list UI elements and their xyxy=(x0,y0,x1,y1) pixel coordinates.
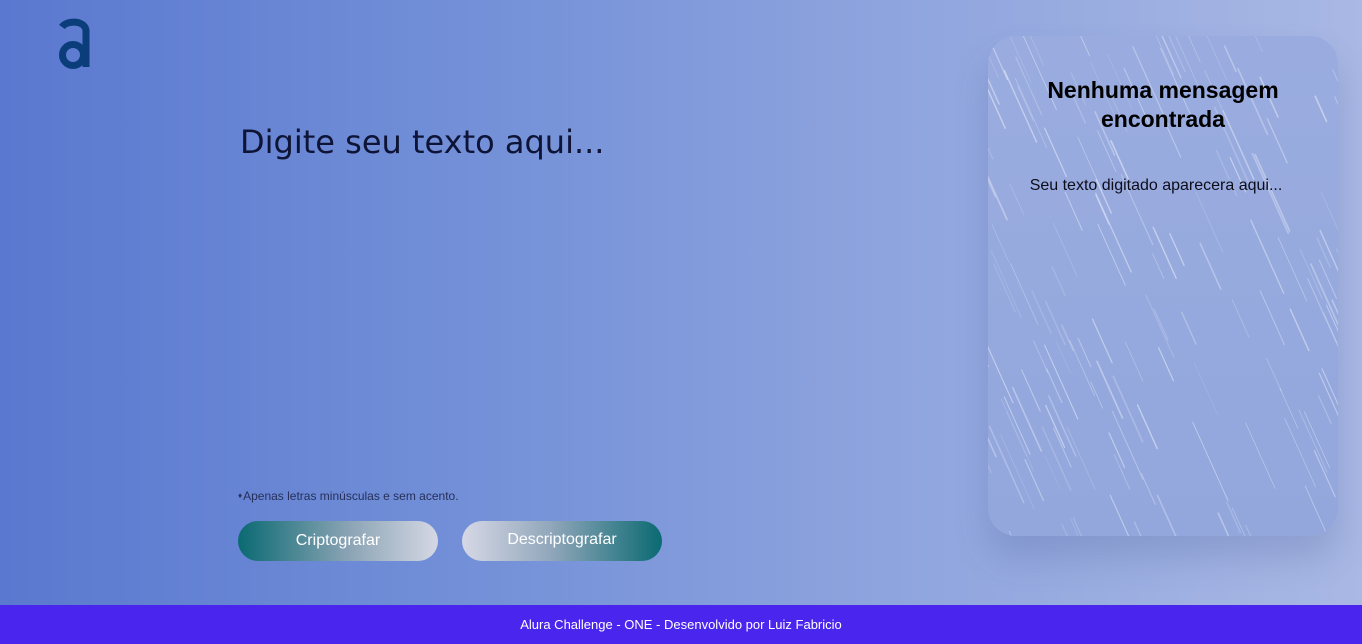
rain-streak xyxy=(1304,485,1329,536)
input-hint: ♦ Apenas letras minúsculas e sem acento. xyxy=(238,489,459,503)
rain-streak xyxy=(1299,248,1323,299)
rain-streak xyxy=(1226,501,1242,534)
encrypt-button[interactable]: Criptografar xyxy=(238,521,438,561)
rain-streak xyxy=(1108,432,1126,468)
rain-streak xyxy=(1145,294,1175,359)
rain-streak xyxy=(1051,266,1066,297)
rain-streak xyxy=(1318,259,1337,299)
rain-streak xyxy=(988,364,990,368)
rain-streak xyxy=(1318,395,1332,425)
info-icon: ♦ xyxy=(238,491,243,500)
rain-streak xyxy=(988,346,1014,404)
rain-streak xyxy=(1254,36,1263,53)
rain-streak xyxy=(1044,300,1066,346)
rain-streak xyxy=(1279,387,1299,429)
rain-streak xyxy=(1124,341,1144,382)
rain-streak xyxy=(1012,387,1043,452)
rain-streak xyxy=(1156,494,1177,536)
rain-streak xyxy=(1259,290,1285,346)
rain-streak xyxy=(1055,340,1071,374)
rain-streak xyxy=(1250,219,1285,294)
rain-streak xyxy=(1320,191,1338,231)
rain-streak xyxy=(1097,223,1126,286)
rain-streak xyxy=(1168,36,1186,73)
rain-streak xyxy=(1194,362,1219,416)
rain-streak xyxy=(1060,324,1074,352)
hint-text: Apenas letras minúsculas e sem acento. xyxy=(243,489,459,503)
rain-streak xyxy=(1031,290,1052,335)
rain-streak xyxy=(1245,524,1252,536)
rain-streak xyxy=(1091,318,1113,364)
rain-streak xyxy=(1152,226,1177,279)
rain-streak xyxy=(1217,512,1230,536)
rain-streak xyxy=(1180,311,1197,345)
rain-streak xyxy=(1266,357,1282,392)
rain-streak xyxy=(1231,299,1250,338)
message-input[interactable] xyxy=(240,118,920,468)
decrypt-button[interactable]: Descriptografar xyxy=(462,521,662,561)
rain-streak xyxy=(993,263,1017,313)
rain-streak xyxy=(1153,308,1169,341)
rain-streak xyxy=(1289,308,1310,352)
rain-streak xyxy=(1284,417,1316,488)
rain-streak xyxy=(1245,422,1276,489)
rain-streak xyxy=(1316,237,1331,268)
rain-streak xyxy=(1095,192,1132,273)
rain-streak xyxy=(1044,344,1079,420)
rain-streak xyxy=(1008,530,1012,536)
rain-streak xyxy=(1043,127,1068,178)
rain-streak xyxy=(1303,411,1330,469)
rain-streak xyxy=(1090,381,1104,409)
rain-streak xyxy=(1095,194,1110,225)
rain-streak xyxy=(1321,368,1338,406)
rain-streak xyxy=(1298,409,1328,473)
footer: Alura Challenge - ONE - Desenvolvido por… xyxy=(0,605,1362,644)
rain-streak xyxy=(1152,253,1165,280)
rain-streak xyxy=(988,36,1008,81)
output-title: Nenhuma mensagem encontrada xyxy=(1047,77,1279,132)
rain-streak xyxy=(1133,521,1142,536)
rain-streak xyxy=(1223,45,1237,73)
footer-text: Alura Challenge - ONE - Desenvolvido por… xyxy=(520,617,842,632)
rain-streak xyxy=(1199,242,1222,290)
rain-streak xyxy=(1066,427,1096,490)
rain-streak xyxy=(1021,369,1041,412)
rain-streak xyxy=(1006,411,1027,457)
rain-streak xyxy=(1169,232,1185,266)
rain-streak xyxy=(990,250,1022,319)
rain-streak xyxy=(1033,340,1049,374)
rain-streak xyxy=(1069,340,1095,396)
rain-streak xyxy=(1206,36,1228,80)
rain-streak xyxy=(1052,222,1078,277)
rain-streak xyxy=(1192,421,1229,501)
rain-streak xyxy=(1109,494,1130,536)
rain-streak xyxy=(991,224,1010,263)
alura-logo-icon[interactable] xyxy=(54,16,94,72)
rain-streak xyxy=(1080,36,1091,57)
rain-streak xyxy=(1161,36,1182,79)
rain-streak xyxy=(1113,453,1131,490)
output-panel: Nenhuma mensagem encontrada Seu texto di… xyxy=(988,36,1338,536)
rain-streak xyxy=(1053,427,1072,468)
rain-streak xyxy=(1319,229,1338,273)
rain-streak xyxy=(1003,396,1031,455)
rain-streak xyxy=(1140,472,1156,505)
rain-streak xyxy=(1064,191,1083,231)
rain-streak xyxy=(1188,36,1201,63)
rain-streak xyxy=(1000,434,1035,509)
rain-streak xyxy=(1310,263,1338,327)
output-text: Seu texto digitado aparecera aqui... xyxy=(1029,177,1283,194)
rain-streak xyxy=(1111,410,1144,480)
rain-streak xyxy=(1136,404,1158,450)
